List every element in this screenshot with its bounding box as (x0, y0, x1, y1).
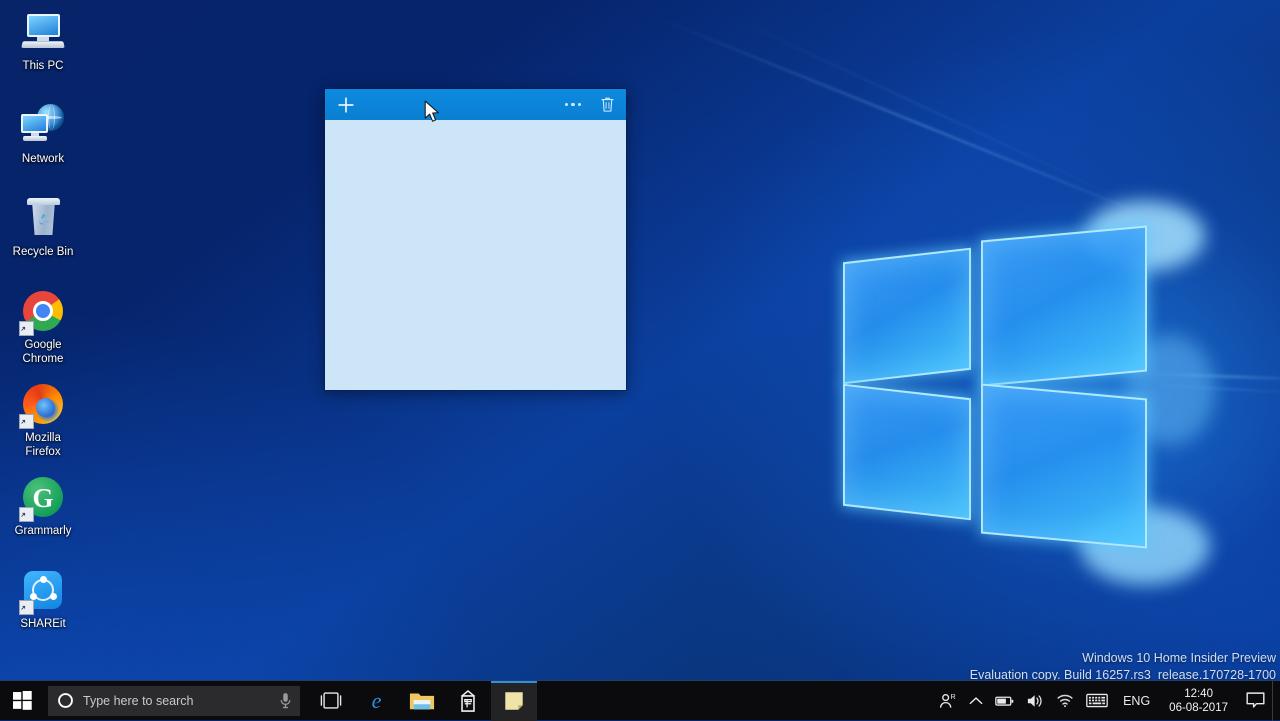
recycle-bin-icon (20, 196, 66, 242)
desktop-icon-recycle-bin[interactable]: Recycle Bin (0, 192, 86, 285)
tray-people-button[interactable]: R (933, 681, 963, 721)
logo-pane-bottom-right (981, 383, 1147, 548)
grammarly-icon: G (20, 475, 66, 521)
note-menu-button[interactable] (561, 95, 585, 115)
desktop[interactable]: This PC Network Recycle Bin Google Chrom… (0, 0, 1280, 720)
desktop-icon-this-pc[interactable]: This PC (0, 6, 86, 99)
logo-pane-top-right (981, 225, 1147, 386)
desktop-icon-network[interactable]: Network (0, 99, 86, 192)
desktop-icon-label: Network (1, 153, 85, 167)
shareit-icon (20, 568, 66, 614)
desktop-icon-shareit[interactable]: SHAREit (0, 564, 86, 657)
system-tray: R (933, 681, 1280, 721)
tray-volume-button[interactable] (1020, 681, 1050, 721)
desktop-icon-google-chrome[interactable]: Google Chrome (0, 285, 86, 378)
tray-battery-button[interactable] (989, 681, 1020, 721)
cortana-ring-icon (57, 692, 74, 709)
chevron-up-icon (969, 696, 983, 706)
desktop-icon-label: Grammarly (1, 525, 85, 539)
trash-icon (599, 95, 616, 114)
shortcut-arrow-icon (19, 600, 34, 615)
logo-pane-top-left (843, 248, 971, 385)
show-hidden-icons-button[interactable] (963, 681, 989, 721)
svg-text:e: e (371, 688, 381, 713)
desktop-icon-label: Recycle Bin (1, 246, 85, 260)
windows-activation-watermark: Windows 10 Home Insider Preview Evaluati… (970, 650, 1276, 684)
wallpaper-light-streak (1150, 384, 1280, 393)
microsoft-store-icon (457, 689, 479, 713)
desktop-icon-mozilla-firefox[interactable]: Mozilla Firefox (0, 378, 86, 471)
taskbar-search-box[interactable]: Type here to search (48, 686, 300, 716)
mozilla-firefox-icon (20, 382, 66, 428)
battery-icon (995, 694, 1014, 708)
desktop-icon-list: This PC Network Recycle Bin Google Chrom… (0, 6, 86, 657)
windows-logo-icon (13, 691, 32, 710)
delete-note-button[interactable] (597, 94, 617, 116)
shortcut-arrow-icon (19, 321, 34, 336)
sticky-note-body[interactable] (325, 120, 626, 390)
file-explorer-icon (409, 690, 435, 712)
search-input-placeholder[interactable]: Type here to search (83, 694, 279, 708)
clock-date: 06-08-2017 (1169, 701, 1228, 715)
taskbar-app-microsoft-edge[interactable]: e (353, 681, 399, 721)
windows-logo-wallpaper (835, 215, 1165, 545)
sticky-note-header[interactable] (325, 89, 626, 120)
microsoft-edge-icon: e (364, 688, 389, 713)
microphone-icon[interactable] (279, 692, 292, 709)
network-icon (20, 103, 66, 149)
task-view-button[interactable] (309, 681, 353, 721)
add-note-button[interactable] (335, 94, 357, 116)
desktop-icon-label: Mozilla Firefox (1, 432, 85, 459)
plus-icon (336, 95, 356, 115)
people-icon: R (939, 692, 957, 710)
action-center-icon (1246, 692, 1265, 709)
desktop-icon-label: SHAREit (1, 618, 85, 632)
tray-network-button[interactable] (1050, 681, 1080, 721)
show-desktop-button[interactable] (1272, 681, 1278, 721)
google-chrome-icon (20, 289, 66, 335)
logo-pane-bottom-left (843, 384, 971, 521)
clock-time: 12:40 (1169, 687, 1228, 701)
taskbar-clock[interactable]: 12:40 06-08-2017 (1159, 687, 1238, 715)
sticky-note-header-actions (561, 94, 617, 116)
sticky-note-textarea[interactable] (325, 120, 626, 390)
taskbar-app-file-explorer[interactable] (399, 681, 445, 721)
menu-dot (571, 103, 575, 107)
action-center-button[interactable] (1238, 681, 1272, 721)
tray-language-indicator[interactable]: ENG (1114, 681, 1159, 721)
desktop-icon-grammarly[interactable]: G Grammarly (0, 471, 86, 564)
tray-touch-keyboard-button[interactable] (1080, 681, 1114, 721)
keyboard-icon (1086, 693, 1108, 708)
menu-dot (565, 103, 569, 107)
sticky-note-window[interactable] (324, 88, 627, 391)
taskbar[interactable]: Type here to search e (0, 680, 1280, 720)
wallpaper-light-streak (660, 18, 1143, 215)
task-view-icon (319, 692, 343, 709)
wifi-icon (1056, 693, 1074, 708)
taskbar-app-microsoft-store[interactable] (445, 681, 491, 721)
menu-dot (578, 103, 582, 107)
speaker-icon (1026, 693, 1044, 709)
this-pc-icon (20, 10, 66, 56)
start-button[interactable] (0, 681, 44, 721)
sticky-notes-icon (503, 690, 525, 712)
taskbar-app-sticky-notes[interactable] (491, 681, 537, 721)
shortcut-arrow-icon (19, 414, 34, 429)
wallpaper-light-streak (700, 2, 1126, 202)
watermark-line-1: Windows 10 Home Insider Preview (970, 650, 1276, 667)
desktop-icon-label: Google Chrome (1, 339, 85, 366)
shortcut-arrow-icon (19, 507, 34, 522)
svg-text:R: R (951, 692, 956, 701)
desktop-icon-label: This PC (1, 60, 85, 74)
